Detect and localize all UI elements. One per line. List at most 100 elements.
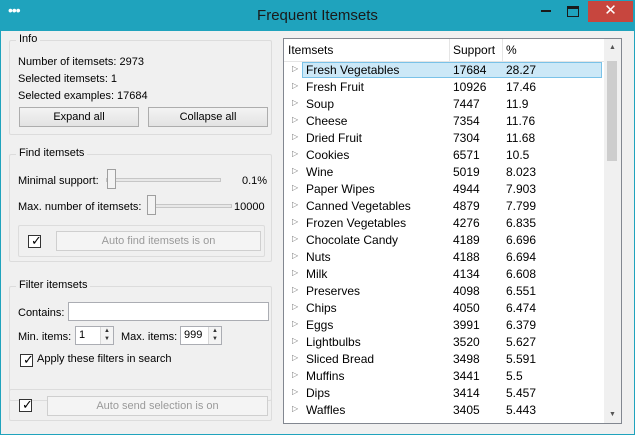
max-items-spinbox[interactable]: 999 ▲ ▼ <box>180 326 222 345</box>
itemset-name: Lightbulbs <box>306 335 361 349</box>
itemset-name: Frozen Vegetables <box>306 216 407 230</box>
itemset-percent: 28.27 <box>506 63 537 77</box>
column-header-percent[interactable]: % <box>506 43 517 57</box>
selected-examples-label: Selected examples: 17684 <box>18 90 148 102</box>
check-icon: ✓ <box>31 233 42 248</box>
max-itemsets-value: 10000 <box>234 201 265 213</box>
tree-row[interactable]: ▷ Frozen Vegetables 4276 6.835 <box>284 215 604 232</box>
minimize-icon <box>541 10 551 12</box>
auto-find-button[interactable]: Auto find itemsets is on <box>56 231 261 251</box>
expand-arrow-icon[interactable]: ▷ <box>292 81 298 90</box>
tree-row[interactable]: ▷ Muffins 3441 5.5 <box>284 368 604 385</box>
tree-row[interactable]: ▷ Lightbulbs 3520 5.627 <box>284 334 604 351</box>
auto-find-checkbox[interactable]: ✓ <box>28 233 42 248</box>
expand-arrow-icon[interactable]: ▷ <box>292 387 298 396</box>
spin-arrows-icon[interactable]: ▲ ▼ <box>100 327 113 344</box>
expand-arrow-icon[interactable]: ▷ <box>292 268 298 277</box>
tree-row[interactable]: ▷ Nuts 4188 6.694 <box>284 249 604 266</box>
itemset-percent: 17.46 <box>506 80 537 94</box>
itemset-name: Dips <box>306 386 331 400</box>
expand-arrow-icon[interactable]: ▷ <box>292 234 298 243</box>
vertical-scrollbar[interactable]: ▲ ▼ <box>604 39 621 423</box>
expand-all-button[interactable]: Expand all <box>19 107 139 127</box>
tree-row[interactable]: ▷ Preserves 4098 6.551 <box>284 283 604 300</box>
tree-row[interactable]: ▷ Dips 3414 5.457 <box>284 385 604 402</box>
expand-arrow-icon[interactable]: ▷ <box>292 64 298 73</box>
column-divider[interactable] <box>502 39 503 61</box>
column-divider[interactable] <box>449 39 450 61</box>
tree-row[interactable]: ▷ Dried Fruit 7304 11.68 <box>284 130 604 147</box>
apply-filters-label: Apply these filters in search <box>37 353 172 365</box>
tree-row[interactable]: ▷ Wine 5019 8.023 <box>284 164 604 181</box>
apply-filters-checkbox[interactable]: ✓ <box>20 352 34 367</box>
scrollbar-thumb[interactable] <box>607 61 617 161</box>
tree-row[interactable]: ▷ Soup 7447 11.9 <box>284 96 604 113</box>
itemset-name: Sliced Bread <box>306 352 375 366</box>
tree-row[interactable]: ▷ Milk 4134 6.608 <box>284 266 604 283</box>
itemset-support: 5019 <box>453 165 480 179</box>
itemset-support: 7447 <box>453 97 480 111</box>
tree-row[interactable]: ▷ Chips 4050 6.474 <box>284 300 604 317</box>
min-support-handle[interactable] <box>107 169 116 189</box>
scroll-down-icon[interactable]: ▼ <box>604 406 621 423</box>
tree-row[interactable]: ▷ Chocolate Candy 4189 6.696 <box>284 232 604 249</box>
min-items-spinbox[interactable]: 1 ▲ ▼ <box>75 326 114 345</box>
expand-arrow-icon[interactable]: ▷ <box>292 217 298 226</box>
close-icon: ✕ <box>604 2 617 19</box>
auto-send-checkbox[interactable]: ✓ <box>19 397 33 412</box>
itemset-support: 17684 <box>453 63 487 77</box>
auto-send-button[interactable]: Auto send selection is on <box>47 396 268 416</box>
tree-row[interactable]: ▷ Eggs 3991 6.379 <box>284 317 604 334</box>
tree-row[interactable]: ▷ Fresh Fruit 10926 17.46 <box>284 79 604 96</box>
itemset-percent: 11.9 <box>506 97 529 111</box>
expand-arrow-icon[interactable]: ▷ <box>292 166 298 175</box>
itemset-support: 4188 <box>453 250 480 264</box>
spin-arrows-icon[interactable]: ▲ ▼ <box>208 327 221 344</box>
itemset-name: Paper Wipes <box>306 182 375 196</box>
tree-row[interactable]: ▷ Waffles 3405 5.443 <box>284 402 604 419</box>
itemset-name: Cheese <box>306 114 348 128</box>
itemsets-tree[interactable]: Itemsets Support % ▷ Fresh Vegetables 1768… <box>283 38 622 424</box>
itemset-support: 4050 <box>453 301 480 315</box>
tree-row[interactable]: ▷ Cheese 7354 11.76 <box>284 113 604 130</box>
close-button[interactable]: ✕ <box>588 1 633 22</box>
tree-row[interactable]: ▷ Fresh Vegetables 17684 28.27 <box>284 62 604 79</box>
tree-row[interactable]: ▷ Sliced Bread 3498 5.591 <box>284 351 604 368</box>
expand-arrow-icon[interactable]: ▷ <box>292 353 298 362</box>
itemset-percent: 6.608 <box>506 267 537 281</box>
itemset-name: Waffles <box>306 403 346 417</box>
expand-arrow-icon[interactable]: ▷ <box>292 404 298 413</box>
itemset-percent: 11.68 <box>506 131 536 145</box>
expand-arrow-icon[interactable]: ▷ <box>292 115 298 124</box>
column-header-itemsets[interactable]: Itemsets <box>288 43 333 57</box>
contains-label: Contains: <box>18 307 65 319</box>
minimize-button[interactable] <box>533 1 559 22</box>
itemset-percent: 7.903 <box>506 182 537 196</box>
contains-input[interactable] <box>68 302 269 321</box>
expand-arrow-icon[interactable]: ▷ <box>292 200 298 209</box>
expand-arrow-icon[interactable]: ▷ <box>292 370 298 379</box>
expand-arrow-icon[interactable]: ▷ <box>292 285 298 294</box>
expand-arrow-icon[interactable]: ▷ <box>292 319 298 328</box>
column-header-support[interactable]: Support <box>453 43 495 57</box>
min-support-slider[interactable] <box>106 178 221 182</box>
expand-arrow-icon[interactable]: ▷ <box>292 336 298 345</box>
max-itemsets-slider[interactable] <box>147 204 232 208</box>
scroll-up-icon[interactable]: ▲ <box>604 39 621 56</box>
expand-arrow-icon[interactable]: ▷ <box>292 183 298 192</box>
expand-arrow-icon[interactable]: ▷ <box>292 149 298 158</box>
maximize-button[interactable] <box>560 1 586 22</box>
tree-row[interactable]: ▷ Cookies 6571 10.5 <box>284 147 604 164</box>
info-group-title: Info <box>16 33 41 45</box>
max-itemsets-handle[interactable] <box>147 195 156 215</box>
client-area: Info Number of itemsets: 2973 Selected i… <box>1 31 634 434</box>
expand-arrow-icon[interactable]: ▷ <box>292 132 298 141</box>
expand-arrow-icon[interactable]: ▷ <box>292 251 298 260</box>
tree-row[interactable]: ▷ Paper Wipes 4944 7.903 <box>284 181 604 198</box>
expand-arrow-icon[interactable]: ▷ <box>292 302 298 311</box>
expand-arrow-icon[interactable]: ▷ <box>292 98 298 107</box>
collapse-all-button[interactable]: Collapse all <box>148 107 268 127</box>
itemset-name: Muffins <box>306 369 345 383</box>
tree-row[interactable]: ▷ Canned Vegetables 4879 7.799 <box>284 198 604 215</box>
min-support-value: 0.1% <box>242 175 268 187</box>
